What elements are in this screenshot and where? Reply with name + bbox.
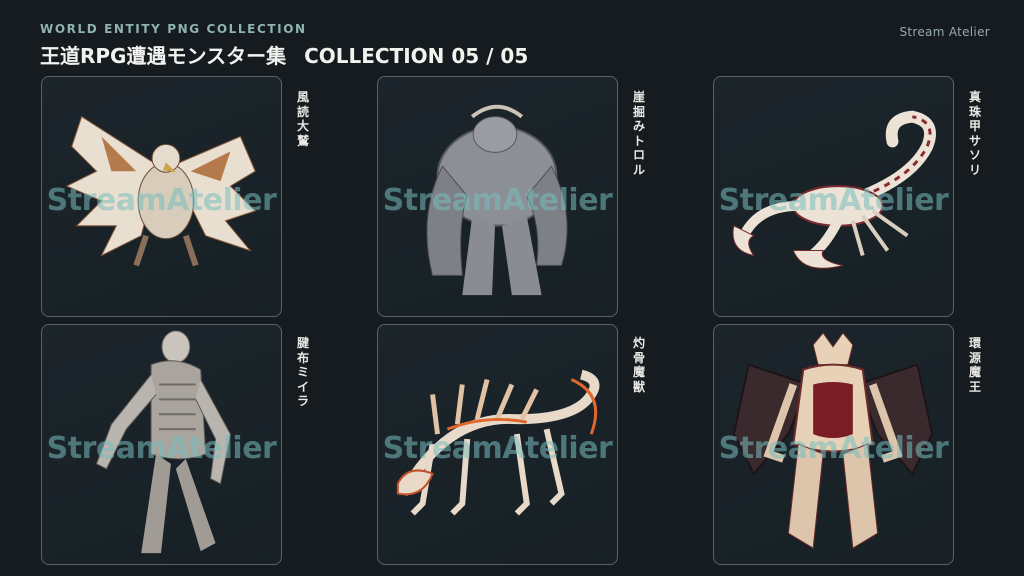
monster-name-3: 真珠甲サソリ: [968, 90, 981, 177]
griffin-eagle-icon: [65, 115, 257, 267]
title-jp: 王道RPG遭遇モンスター集: [40, 44, 287, 68]
mummy-icon: [95, 330, 231, 554]
scorpion-icon: [732, 110, 936, 269]
monster-name-6: 環源魔王: [968, 336, 981, 394]
title-collection: COLLECTION 05 / 05: [304, 44, 529, 68]
demon-lord-icon: [732, 332, 934, 549]
collection-eyebrow: WORLD ENTITY PNG COLLECTION: [40, 22, 307, 36]
page-title: 王道RPG遭遇モンスター集 COLLECTION 05 / 05: [40, 40, 528, 69]
brand-label: Stream Atelier: [899, 25, 990, 39]
troll-icon: [426, 104, 568, 296]
monster-card-troll[interactable]: StreamAtelier: [377, 76, 618, 317]
monster-name-1: 風読大鷲: [296, 90, 309, 148]
monster-card-eagle[interactable]: StreamAtelier: [41, 76, 282, 317]
monster-name-4: 腱布ミイラ: [296, 336, 309, 408]
monster-card-demon-lord[interactable]: StreamAtelier: [713, 324, 954, 565]
bone-beast-icon: [396, 369, 600, 516]
monster-card-bone-beast[interactable]: StreamAtelier: [377, 324, 618, 565]
monster-card-scorpion[interactable]: StreamAtelier: [713, 76, 954, 317]
monster-card-mummy[interactable]: StreamAtelier: [41, 324, 282, 565]
monster-name-5: 灼骨魔獣: [632, 336, 645, 394]
monster-name-2: 崖掘みトロル: [632, 90, 645, 177]
